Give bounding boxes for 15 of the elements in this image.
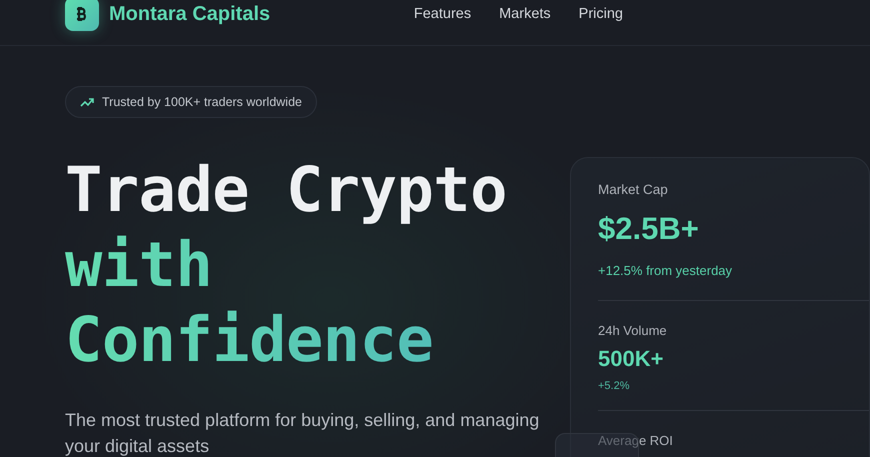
trending-up-icon <box>80 97 94 107</box>
badge-text: Trusted by 100K+ traders worldwide <box>102 95 302 109</box>
stat-label: 24h Volume <box>598 323 668 338</box>
stat-label: Market Cap <box>598 182 669 197</box>
stat-value: $2.5B+ <box>598 211 700 247</box>
stat-change: +5.2% <box>598 380 630 392</box>
subtitle: The most trusted platform for buying, selling, and managing your digital assets <box>65 409 540 457</box>
stat-change: +12.5% from yesterday <box>598 263 734 278</box>
stat-value: 500K+ <box>598 346 664 372</box>
nav-link[interactable]: Features <box>414 6 472 22</box>
brand-name: Montara Capitals <box>109 2 270 26</box>
stat-label: Average ROI <box>598 433 674 448</box>
nav-link[interactable]: Pricing <box>578 6 623 22</box>
headline-line: Trade Crypto <box>65 152 507 227</box>
nav-link[interactable]: Markets <box>499 6 551 22</box>
